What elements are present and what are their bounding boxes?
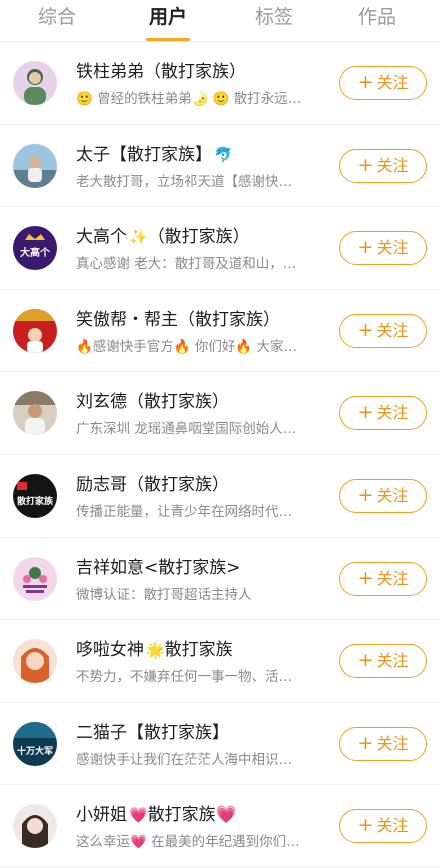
follow-button[interactable]: + 关注 <box>339 561 427 596</box>
user-row[interactable]: 铁柱弟弟（散打家族） 🙂 曾经的铁柱弟弟🌛 🙂 散打永远… + 关注 <box>0 42 440 125</box>
avatar[interactable]: 十万大军 <box>13 721 57 766</box>
user-row[interactable]: 小妍姐 💗散打家族💗 这么幸运💗 在最美的年纪遇到你们… + 关注 <box>0 785 440 868</box>
user-description: 传播正能量，让青少年在网络时代… <box>76 503 292 520</box>
user-name[interactable]: 小妍姐 💗散打家族💗 <box>76 803 237 827</box>
user-description: 🔥感谢快手官方🔥 你们好🔥 大家… <box>76 338 298 355</box>
follow-button[interactable]: + 关注 <box>339 396 427 431</box>
plus-icon: + <box>357 401 374 424</box>
user-description: 感谢快手让我们在茫茫人海中相识… <box>76 751 292 768</box>
follow-button[interactable]: + 关注 <box>339 313 427 348</box>
user-name[interactable]: 铁柱弟弟（散打家族） <box>76 60 246 84</box>
user-row[interactable]: 刘玄德（散打家族） 广东深圳 龙瑶通鼻咽堂国际创始人… + 关注 <box>0 372 440 455</box>
avatar[interactable] <box>13 804 57 849</box>
avatar-label: 散打家族 <box>17 495 54 507</box>
heart-emoji: 💗 <box>129 806 148 825</box>
plus-icon: + <box>357 153 374 176</box>
user-row[interactable]: 十万大军 二猫子【散打家族】 感谢快手让我们在茫茫人海中相识… + 关注 <box>0 703 440 786</box>
user-name[interactable]: 笑傲帮・帮主（散打家族） <box>76 308 280 332</box>
avatar[interactable] <box>13 143 57 188</box>
tab-works[interactable]: 作品 <box>322 4 432 30</box>
avatar[interactable] <box>13 61 57 105</box>
avatar[interactable]: 散打家族 <box>13 473 57 518</box>
plus-icon: + <box>357 731 374 754</box>
plus-icon: + <box>357 318 374 341</box>
user-description: 微博认证：散打哥超话主持人 <box>76 586 252 603</box>
avatar[interactable] <box>13 308 57 353</box>
user-name[interactable]: 吉祥如意<散打家族> <box>76 556 241 580</box>
tab-users[interactable]: 用户 <box>113 4 223 30</box>
user-description: 老大散打哥，立场祁天道【感谢快… <box>76 173 292 190</box>
follow-button[interactable]: + 关注 <box>339 644 427 679</box>
user-row[interactable]: 大高个 大高个 ✨（散打家族） 真心感谢 老大：散打哥及道和山，… + 关注 <box>0 207 440 290</box>
follow-button[interactable]: + 关注 <box>339 148 427 183</box>
avatar[interactable] <box>13 639 57 684</box>
user-name[interactable]: 二猫子【散打家族】 <box>76 721 229 745</box>
user-row[interactable]: 吉祥如意<散打家族> 微博认证：散打哥超话主持人 + 关注 <box>0 538 440 621</box>
dolphin-emoji: 🐬 <box>214 145 233 164</box>
user-name[interactable]: 太子【散打家族】 🐬 <box>76 143 233 167</box>
user-name[interactable]: 刘玄德（散打家族） <box>76 390 229 414</box>
plus-icon: + <box>357 814 374 837</box>
follow-button[interactable]: + 关注 <box>339 726 427 761</box>
user-description: 这么幸运💗 在最美的年纪遇到你们… <box>76 834 300 851</box>
user-description: 真心感谢 老大：散打哥及道和山，… <box>76 256 297 273</box>
plus-icon: + <box>357 236 374 259</box>
user-description: 不势力，不嫌弃任何一事一物、活… <box>76 669 292 686</box>
user-row[interactable]: 太子【散打家族】 🐬 老大散打哥，立场祁天道【感谢快… + 关注 <box>0 125 440 208</box>
user-name[interactable]: 哆啦女神 🌟散打家族 <box>76 638 233 662</box>
user-description: 🙂 曾经的铁柱弟弟🌛 🙂 散打永远… <box>76 91 302 107</box>
avatar[interactable] <box>13 391 57 436</box>
plus-icon: + <box>357 483 374 506</box>
avatar[interactable]: 大高个 <box>13 226 57 271</box>
user-row[interactable]: 散打家族 励志哥（散打家族） 传播正能量，让青少年在网络时代… + 关注 <box>0 455 440 538</box>
user-name[interactable]: 励志哥（散打家族） <box>76 473 229 497</box>
tab-comprehensive[interactable]: 综合 <box>2 4 112 30</box>
plus-icon: + <box>357 649 374 672</box>
sparkles-emoji: ✨ <box>129 228 148 247</box>
star-emoji: 🌟 <box>146 641 165 660</box>
plus-icon: + <box>357 71 374 93</box>
tab-tags[interactable]: 标签 <box>219 4 329 30</box>
active-tab-indicator <box>146 38 190 41</box>
user-row[interactable]: 哆啦女神 🌟散打家族 不势力，不嫌弃任何一事一物、活… + 关注 <box>0 620 440 703</box>
user-list: 铁柱弟弟（散打家族） 🙂 曾经的铁柱弟弟🌛 🙂 散打永远… + 关注 太子【散打家… <box>0 42 440 868</box>
user-name[interactable]: 大高个 ✨（散打家族） <box>76 225 250 249</box>
plus-icon: + <box>357 566 374 589</box>
follow-button[interactable]: + 关注 <box>339 478 427 513</box>
avatar-label: 十万大军 <box>17 745 53 757</box>
avatar-label: 大高个 <box>20 246 51 259</box>
user-description: 广东深圳 龙瑶通鼻咽堂国际创始人… <box>76 421 297 438</box>
follow-button[interactable]: + 关注 <box>339 809 427 844</box>
user-row[interactable]: 笑傲帮・帮主（散打家族） 🔥感谢快手官方🔥 你们好🔥 大家… + 关注 <box>0 290 440 373</box>
follow-button[interactable]: + 关注 <box>339 231 427 266</box>
follow-button[interactable]: + 关注 <box>339 66 427 100</box>
avatar[interactable] <box>13 556 57 601</box>
search-result-tabs: 综合 用户 标签 作品 <box>0 0 440 42</box>
